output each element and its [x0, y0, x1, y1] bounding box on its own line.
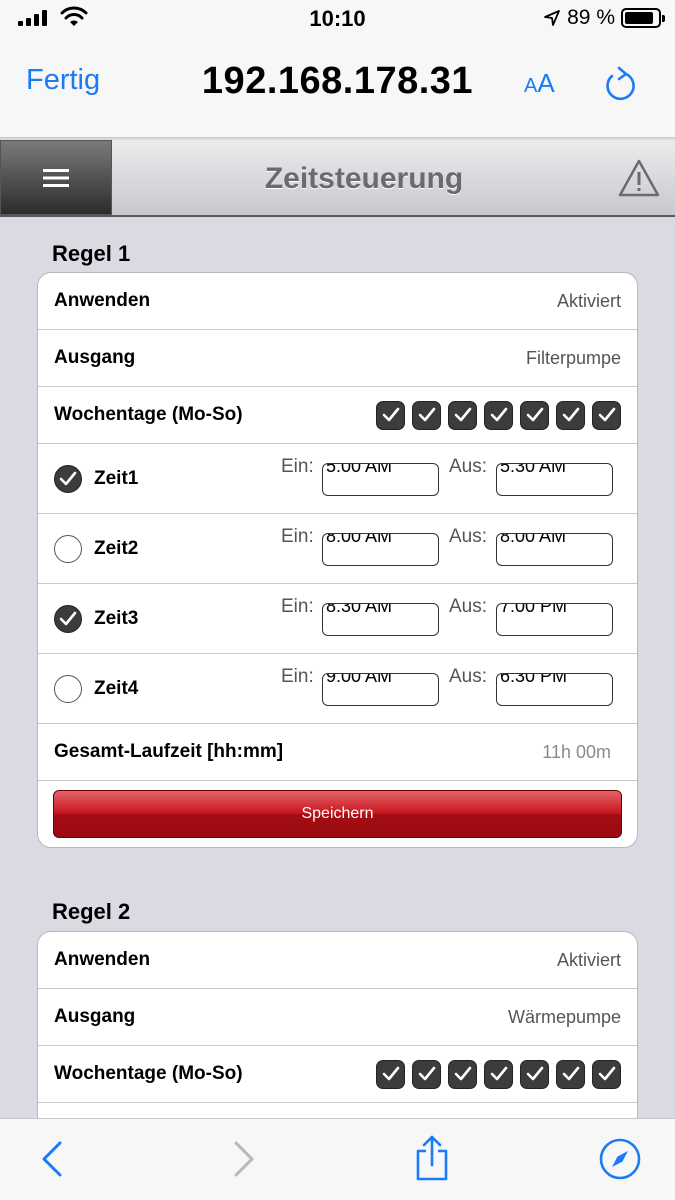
- content-area[interactable]: Regel 1 Anwenden Aktiviert Ausgang Filte…: [0, 217, 675, 1118]
- status-bar: 10:10 89 %: [0, 0, 675, 40]
- weekday-checkbox-3[interactable]: [448, 400, 477, 430]
- time-row-1: Zeit1 Ein: 5:00 AM Aus: 5:30 AM: [38, 444, 637, 514]
- weekday-checkbox-7[interactable]: [592, 1059, 621, 1089]
- total-runtime-row: Gesamt-Laufzeit [hh:mm] 11h 00m: [38, 724, 637, 781]
- battery-icon: [621, 8, 665, 28]
- weekdays-label: Wochentage (Mo-So): [54, 1063, 243, 1084]
- off-time-value: 8:00 AM: [500, 533, 567, 546]
- weekday-checkbox-6[interactable]: [556, 1059, 585, 1089]
- weekday-checkbox-1[interactable]: [376, 400, 405, 430]
- time-row-2: Zeit2 Ein: 8:00 AM Aus: 8:00 AM: [38, 514, 637, 584]
- output-row[interactable]: Ausgang Wärmepumpe: [38, 989, 637, 1046]
- weekday-checkbox-1[interactable]: [376, 1059, 405, 1089]
- off-label: Aus:: [449, 666, 488, 687]
- weekday-checkbox-5[interactable]: [520, 1059, 549, 1089]
- total-runtime-value: 11h 00m: [542, 741, 611, 762]
- total-runtime-label: Gesamt-Laufzeit [hh:mm]: [54, 741, 284, 762]
- on-time-value: 5:00 AM: [326, 463, 393, 476]
- weekday-checkbox-5[interactable]: [520, 400, 549, 430]
- on-time-value: 9:00 AM: [326, 673, 393, 686]
- weekdays-row: Wochentage (Mo-So): [38, 387, 637, 444]
- on-time-input[interactable]: 8:30 AM: [322, 603, 439, 636]
- share-icon[interactable]: [414, 1135, 450, 1181]
- time-enable-checkbox[interactable]: [54, 674, 82, 703]
- output-value[interactable]: Filterpumpe: [526, 348, 621, 369]
- text-size-button[interactable]: AA: [524, 68, 555, 99]
- text-size-small: A: [524, 75, 538, 97]
- off-time-value: 6:30 PM: [500, 673, 568, 686]
- weekday-checkbox-7[interactable]: [592, 400, 621, 430]
- time-enable-checkbox[interactable]: [54, 604, 82, 633]
- weekday-checkbox-3[interactable]: [448, 1059, 477, 1089]
- time-label: Zeit3: [94, 607, 139, 629]
- browser-top-bar: Fertig 192.168.178.31 AA: [0, 40, 675, 138]
- status-right: 89 %: [543, 6, 665, 30]
- weekday-checkbox-4[interactable]: [484, 400, 513, 430]
- battery-percent: 89 %: [567, 6, 615, 29]
- app-header: Zeitsteuerung: [0, 140, 675, 217]
- warning-icon[interactable]: [617, 158, 661, 198]
- off-time-value: 5:30 AM: [500, 463, 567, 476]
- off-label: Aus:: [449, 456, 488, 477]
- chevron-right-icon[interactable]: [232, 1139, 256, 1179]
- browser-bottom-bar: [0, 1118, 675, 1200]
- off-time-value: 7:00 PM: [500, 603, 568, 616]
- on-label: Ein:: [281, 596, 314, 617]
- apply-label: Anwenden: [54, 290, 151, 311]
- time-enable-checkbox[interactable]: [54, 464, 82, 493]
- off-time-input[interactable]: 8:00 AM: [496, 533, 613, 566]
- apply-value[interactable]: Aktiviert: [557, 950, 621, 971]
- off-time-input[interactable]: 6:30 PM: [496, 673, 613, 706]
- on-label: Ein:: [281, 456, 314, 477]
- time-row-4: Zeit4 Ein: 9:00 AM Aus: 6:30 PM: [38, 654, 637, 724]
- output-value[interactable]: Wärmepumpe: [508, 1007, 621, 1028]
- compass-icon[interactable]: [598, 1137, 642, 1181]
- weekday-checkboxes: [376, 1059, 621, 1089]
- rule-1-card: Anwenden Aktiviert Ausgang Filterpumpe W…: [37, 272, 638, 848]
- time-label: Zeit1: [94, 467, 139, 489]
- on-label: Ein:: [281, 666, 314, 687]
- off-label: Aus:: [449, 596, 488, 617]
- apply-label: Anwenden: [54, 949, 151, 970]
- save-row: Speichern: [38, 781, 637, 847]
- text-size-big: A: [537, 68, 555, 98]
- weekdays-row: Wochentage (Mo-So): [38, 1046, 637, 1103]
- page-title: Zeitsteuerung: [264, 162, 464, 195]
- rule-2-title: Regel 2: [52, 899, 131, 924]
- chevron-left-icon[interactable]: [40, 1139, 64, 1179]
- on-label: Ein:: [281, 526, 314, 547]
- rule-2-card: Anwenden Aktiviert Ausgang Wärmepumpe Wo…: [37, 931, 638, 1118]
- output-row[interactable]: Ausgang Filterpumpe: [38, 330, 637, 387]
- weekday-checkbox-2[interactable]: [412, 1059, 441, 1089]
- save-button[interactable]: Speichern: [53, 790, 622, 838]
- on-time-value: 8:30 AM: [326, 603, 393, 616]
- apply-row[interactable]: Anwenden Aktiviert: [38, 273, 637, 330]
- url-address[interactable]: 192.168.178.31: [0, 60, 675, 103]
- weekday-checkboxes: [376, 400, 621, 430]
- reload-icon[interactable]: [602, 64, 638, 104]
- on-time-input[interactable]: 8:00 AM: [322, 533, 439, 566]
- time-enable-checkbox[interactable]: [54, 534, 82, 563]
- on-time-input[interactable]: 5:00 AM: [322, 463, 439, 496]
- location-arrow-icon: [544, 10, 561, 26]
- off-time-input[interactable]: 7:00 PM: [496, 603, 613, 636]
- on-time-value: 8:00 AM: [326, 533, 393, 546]
- time-label: Zeit2: [94, 537, 139, 559]
- weekdays-label: Wochentage (Mo-So): [54, 404, 243, 425]
- apply-value[interactable]: Aktiviert: [557, 291, 621, 312]
- apply-row[interactable]: Anwenden Aktiviert: [38, 932, 637, 989]
- off-label: Aus:: [449, 526, 488, 547]
- output-label: Ausgang: [54, 1006, 136, 1027]
- weekday-checkbox-2[interactable]: [412, 400, 441, 430]
- weekday-checkbox-6[interactable]: [556, 400, 585, 430]
- next-row: [38, 1103, 637, 1118]
- time-row-3: Zeit3 Ein: 8:30 AM Aus: 7:00 PM: [38, 584, 637, 654]
- output-label: Ausgang: [54, 347, 136, 368]
- weekday-checkbox-4[interactable]: [484, 1059, 513, 1089]
- on-time-input[interactable]: 9:00 AM: [322, 673, 439, 706]
- time-label: Zeit4: [94, 677, 139, 699]
- off-time-input[interactable]: 5:30 AM: [496, 463, 613, 496]
- rule-1-title: Regel 1: [52, 241, 131, 266]
